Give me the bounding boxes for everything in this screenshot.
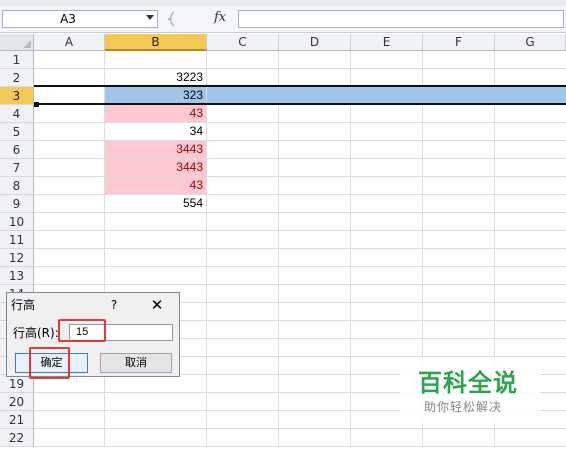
- help-icon[interactable]: ?: [107, 296, 121, 314]
- cell-b7[interactable]: 3443: [105, 159, 206, 176]
- watermark-title: 百科全说: [418, 369, 518, 397]
- name-box-value: A3: [60, 12, 76, 26]
- column-header-e[interactable]: E: [351, 34, 423, 51]
- select-all-icon: [23, 40, 31, 48]
- formula-input[interactable]: [238, 10, 564, 28]
- column-gridline: [278, 51, 279, 447]
- close-icon[interactable]: ✕: [149, 296, 165, 314]
- column-header-f[interactable]: F: [423, 34, 495, 51]
- row-gridline: [34, 428, 566, 429]
- row-header-6[interactable]: 6: [0, 141, 34, 159]
- column-gridline: [350, 51, 351, 447]
- cell-b5[interactable]: 34: [105, 123, 206, 140]
- column-header-g[interactable]: G: [495, 34, 566, 51]
- row-header-21[interactable]: 21: [0, 411, 34, 429]
- row-gridline: [34, 230, 566, 231]
- column-header-a[interactable]: A: [34, 34, 105, 51]
- highlight-box-ok: [29, 347, 70, 379]
- cell-b6[interactable]: 3443: [105, 141, 206, 158]
- row-header-1[interactable]: 1: [0, 51, 34, 69]
- chevron-down-icon[interactable]: [146, 15, 154, 20]
- row-gridline: [34, 284, 566, 285]
- row-header-2[interactable]: 2: [0, 69, 34, 87]
- row-header-11[interactable]: 11: [0, 231, 34, 249]
- watermark-subtitle: 助你轻松解决: [424, 400, 503, 414]
- row-header-12[interactable]: 12: [0, 249, 34, 267]
- row-header-22[interactable]: 22: [0, 429, 34, 447]
- column-header-b[interactable]: B: [105, 34, 207, 51]
- cell-b8[interactable]: 43: [105, 177, 206, 194]
- cell-b2[interactable]: 3223: [105, 69, 206, 86]
- formula-bar-splitter-icon[interactable]: [160, 10, 178, 28]
- row-gridline: [34, 446, 566, 447]
- row-header-3[interactable]: 3: [0, 87, 34, 105]
- row-header-9[interactable]: 9: [0, 195, 34, 213]
- dialog-title: 行高: [11, 298, 36, 312]
- row-header-5[interactable]: 5: [0, 123, 34, 141]
- selected-row-border: [34, 85, 566, 107]
- row-gridline: [34, 212, 566, 213]
- fill-handle[interactable]: [34, 102, 39, 107]
- column-header-d[interactable]: D: [279, 34, 351, 51]
- row-header-10[interactable]: 10: [0, 213, 34, 231]
- column-gridline: [206, 51, 207, 447]
- row-header-13[interactable]: 13: [0, 267, 34, 285]
- name-box[interactable]: A3: [2, 10, 158, 28]
- cancel-button[interactable]: 取消: [100, 353, 172, 373]
- row-header-20[interactable]: 20: [0, 393, 34, 411]
- row-gridline: [34, 266, 566, 267]
- row-height-label: 行高(R):: [13, 326, 59, 340]
- row-header-7[interactable]: 7: [0, 159, 34, 177]
- row-header-8[interactable]: 8: [0, 177, 34, 195]
- cell-b9[interactable]: 554: [105, 195, 206, 212]
- column-header-c[interactable]: C: [207, 34, 279, 51]
- cell-b4[interactable]: 43: [105, 105, 206, 122]
- highlight-box-input: [58, 319, 106, 342]
- row-gridline: [34, 248, 566, 249]
- select-all-corner[interactable]: [0, 34, 34, 51]
- insert-function-icon[interactable]: fx: [214, 9, 238, 27]
- row-header-4[interactable]: 4: [0, 105, 34, 123]
